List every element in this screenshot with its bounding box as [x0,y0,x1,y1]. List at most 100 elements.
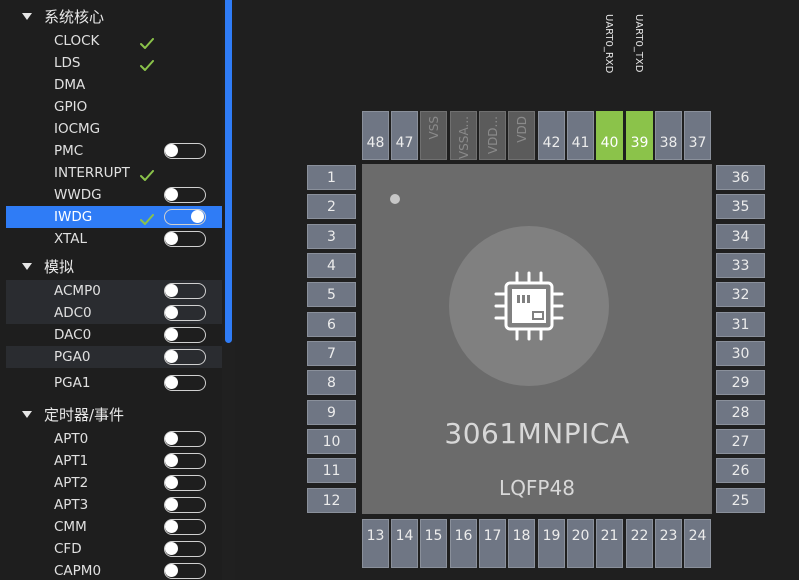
pin-18[interactable]: 18 [508,519,535,568]
enable-toggle[interactable] [164,375,206,391]
pin-39[interactable]: 39 [626,111,653,160]
sidebar-item-xtal[interactable]: XTAL [6,228,222,250]
sidebar-scrollbar[interactable] [222,0,235,580]
sidebar-item-dma[interactable]: DMA [6,74,222,96]
sidebar-item-apt3[interactable]: APT3 [6,494,222,516]
pin-2[interactable]: 2 [307,194,356,219]
pin-40[interactable]: 40 [596,111,623,160]
pin-10[interactable]: 10 [307,429,356,454]
sidebar-item-iocmg[interactable]: IOCMG [6,118,222,140]
enable-toggle[interactable] [164,349,206,365]
pin-vdd[interactable]: VDD... [479,111,506,160]
pin-36[interactable]: 36 [716,165,765,190]
pin-20[interactable]: 20 [567,519,594,568]
sidebar-item-pga1[interactable]: PGA1 [6,372,222,394]
pin-23[interactable]: 23 [655,519,682,568]
sidebar-item-label: CLOCK [54,33,100,49]
enable-toggle[interactable] [164,431,206,447]
pin-17[interactable]: 17 [479,519,506,568]
pin-34[interactable]: 34 [716,224,765,249]
pin-3[interactable]: 3 [307,224,356,249]
pin-label: 21 [600,528,619,544]
enable-toggle[interactable] [164,519,206,535]
pin-8[interactable]: 8 [307,370,356,395]
sidebar-item-pga0[interactable]: PGA0 [6,346,222,368]
enable-toggle[interactable] [164,475,206,491]
sidebar-item-gpio[interactable]: GPIO [6,96,222,118]
pin-32[interactable]: 32 [716,282,765,307]
pin-19[interactable]: 19 [538,519,565,568]
pin-13[interactable]: 13 [362,519,389,568]
enable-toggle[interactable] [164,305,206,321]
sidebar-item-cmm[interactable]: CMM [6,516,222,538]
pin-4[interactable]: 4 [307,253,356,278]
sidebar-item-lds[interactable]: LDS [6,52,222,74]
caret-down-icon[interactable] [22,262,32,270]
sidebar-item-cfd[interactable]: CFD [6,538,222,560]
group-header[interactable]: 系统核心 [6,5,222,27]
caret-down-icon[interactable] [22,410,32,418]
pin-25[interactable]: 25 [716,488,765,513]
pin-48[interactable]: 48 [362,111,389,160]
enable-toggle[interactable] [164,283,206,299]
pin-vssa[interactable]: VSSA... [450,111,477,160]
pin-27[interactable]: 27 [716,429,765,454]
pin-42[interactable]: 42 [538,111,565,160]
pin-24[interactable]: 24 [684,519,711,568]
sidebar-item-wwdg[interactable]: WWDG [6,184,222,206]
chip-body[interactable]: 3061MNPICA LQFP48 [362,164,712,514]
enable-toggle[interactable] [164,563,206,579]
enable-toggle[interactable] [164,209,206,225]
pin-28[interactable]: 28 [716,400,765,425]
pin-15[interactable]: 15 [420,519,447,568]
sidebar-item-clock[interactable]: CLOCK [6,30,222,52]
sidebar-item-apt1[interactable]: APT1 [6,450,222,472]
enable-toggle[interactable] [164,453,206,469]
enable-toggle[interactable] [164,497,206,513]
pin-7[interactable]: 7 [307,341,356,366]
caret-down-icon[interactable] [22,12,32,20]
enable-toggle[interactable] [164,327,206,343]
pin-5[interactable]: 5 [307,282,356,307]
pin-11[interactable]: 11 [307,458,356,483]
pin-14[interactable]: 14 [391,519,418,568]
pin-16[interactable]: 16 [450,519,477,568]
pin-12[interactable]: 12 [307,488,356,513]
enable-toggle[interactable] [164,143,206,159]
pin-35[interactable]: 35 [716,194,765,219]
check-icon [140,167,154,181]
pin-26[interactable]: 26 [716,458,765,483]
pin-1[interactable]: 1 [307,165,356,190]
sidebar-item-apt0[interactable]: APT0 [6,428,222,450]
scrollbar-thumb[interactable] [225,0,232,343]
enable-toggle[interactable] [164,231,206,247]
sidebar-item-dac0[interactable]: DAC0 [6,324,222,346]
pin-33[interactable]: 33 [716,253,765,278]
pin-vdd[interactable]: VDD [508,111,535,160]
group-header[interactable]: 定时器/事件 [6,403,222,425]
sidebar-item-interrupt[interactable]: INTERRUPT [6,162,222,184]
pin-37[interactable]: 37 [684,111,711,160]
toggle-knob [165,498,178,511]
pin-label: 26 [731,462,750,479]
sidebar-item-capm0[interactable]: CAPM0 [6,560,222,580]
group-header[interactable]: 模拟 [6,255,222,277]
pin-22[interactable]: 22 [626,519,653,568]
sidebar-item-apt2[interactable]: APT2 [6,472,222,494]
sidebar-item-adc0[interactable]: ADC0 [6,302,222,324]
pin-31[interactable]: 31 [716,312,765,337]
sidebar-item-iwdg[interactable]: IWDG [6,206,222,228]
pin-47[interactable]: 47 [391,111,418,160]
pin-21[interactable]: 21 [596,519,623,568]
enable-toggle[interactable] [164,541,206,557]
pin-vss[interactable]: VSS [420,111,447,160]
enable-toggle[interactable] [164,187,206,203]
pin-38[interactable]: 38 [655,111,682,160]
sidebar-item-pmc[interactable]: PMC [6,140,222,162]
pin-6[interactable]: 6 [307,312,356,337]
pin-30[interactable]: 30 [716,341,765,366]
pin-29[interactable]: 29 [716,370,765,395]
sidebar-item-acmp0[interactable]: ACMP0 [6,280,222,302]
pin-9[interactable]: 9 [307,400,356,425]
pin-41[interactable]: 41 [567,111,594,160]
